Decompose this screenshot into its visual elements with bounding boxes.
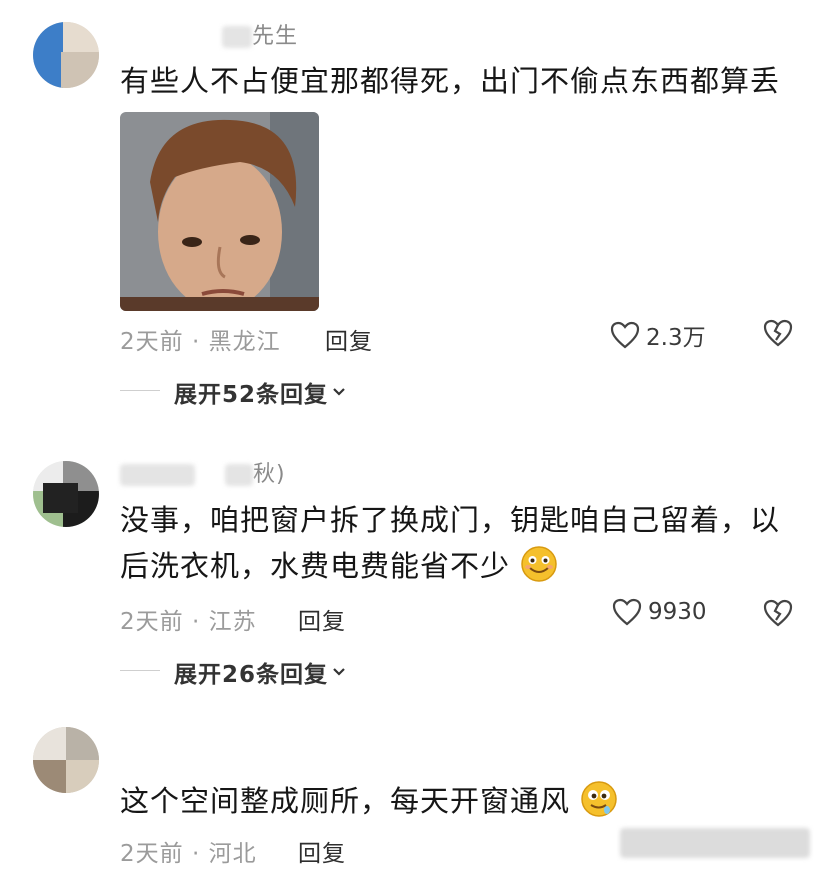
username[interactable]: 先生 — [222, 18, 298, 50]
dislike-button[interactable] — [762, 598, 794, 632]
username[interactable]: 秋) — [120, 456, 286, 488]
drool-emoji-icon — [581, 781, 617, 817]
avatar[interactable] — [33, 461, 99, 527]
avatar-image — [33, 727, 99, 793]
blurred-name — [222, 26, 252, 48]
location: 黑龙江 — [208, 329, 281, 355]
broken-heart-icon — [763, 319, 793, 347]
reply-button[interactable]: 回复 — [298, 834, 346, 868]
expand-replies[interactable]: 展开26条回复 — [174, 655, 346, 689]
comment-text-line-content: 后洗衣机，水费电费能省不少 — [120, 549, 511, 583]
expand-replies[interactable]: 展开52条回复 — [174, 375, 346, 409]
reply-button[interactable]: 回复 — [298, 602, 346, 636]
dislike-button[interactable] — [762, 318, 794, 352]
smile-emoji-icon — [521, 546, 557, 582]
blurred-name — [225, 464, 253, 486]
blurred-watermark — [620, 828, 810, 858]
expand-replies-label: 展开26条回复 — [174, 662, 329, 688]
avatar[interactable] — [33, 727, 99, 793]
comment-meta: 2天前 · 黑龙江 — [120, 329, 281, 355]
like-count: 2.3万 — [646, 325, 706, 351]
heart-outline-icon — [612, 598, 642, 626]
blurred-name — [120, 464, 195, 486]
timestamp: 2天前 — [120, 609, 184, 635]
expand-replies-label: 展开52条回复 — [174, 382, 329, 408]
avatar-image — [33, 461, 99, 527]
comment-text-line: 没事，咱把窗户拆了换成门，钥匙咱自己留着，以 — [120, 503, 781, 537]
reply-button[interactable]: 回复 — [325, 322, 373, 356]
timestamp: 2天前 — [120, 329, 184, 355]
username-text: 秋) — [253, 462, 286, 487]
username-text: 先生 — [252, 24, 299, 49]
comment-image[interactable] — [120, 112, 319, 311]
chevron-down-icon — [333, 668, 345, 676]
comment-text: 没事，咱把窗户拆了换成门，钥匙咱自己留着，以 后洗衣机，水费电费能省不少 — [120, 497, 780, 589]
broken-heart-icon — [763, 599, 793, 627]
avatar-image — [33, 22, 99, 88]
divider-line — [120, 670, 160, 671]
comment-meta: 2天前 · 江苏 — [120, 609, 257, 635]
timestamp: 2天前 — [120, 841, 184, 867]
face-photo — [120, 112, 319, 311]
like-button[interactable]: 9930 — [612, 598, 707, 626]
like-count: 9930 — [648, 599, 707, 625]
comment-meta: 2天前 · 河北 — [120, 841, 257, 867]
comment-text: 有些人不占便宜那都得死，出门不偷点东西都算丢 — [120, 64, 781, 98]
comment-text: 这个空间整成厕所，每天开窗通风 — [120, 778, 618, 824]
comment-text-line: 后洗衣机，水费电费能省不少 — [120, 543, 780, 589]
chevron-down-icon — [333, 388, 345, 396]
heart-outline-icon — [610, 321, 640, 349]
divider-line — [120, 390, 160, 391]
comment-text-content: 这个空间整成厕所，每天开窗通风 — [120, 784, 571, 818]
like-button[interactable]: 2.3万 — [610, 318, 706, 352]
location: 江苏 — [208, 609, 257, 635]
avatar[interactable] — [33, 22, 99, 88]
location: 河北 — [208, 841, 257, 867]
